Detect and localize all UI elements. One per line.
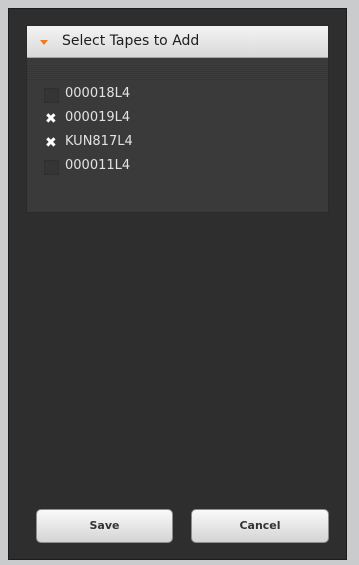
checkbox[interactable] [44, 160, 59, 175]
panel-title: Select Tapes to Add [62, 33, 200, 49]
tape-label: 000011L4 [65, 158, 131, 173]
caret-down-icon[interactable] [40, 40, 48, 45]
checkbox[interactable]: ✖ [44, 135, 59, 151]
check-x-icon: ✖ [45, 111, 57, 127]
panel-header[interactable]: Select Tapes to Add [27, 26, 328, 58]
tape-label: 000018L4 [65, 86, 131, 101]
checkbox[interactable]: ✖ [44, 111, 59, 127]
tape-selection-dialog: Select Tapes to Add 000018L4 ✖ 000019L4 … [8, 8, 347, 560]
tape-item[interactable]: ✖ 000019L4 [44, 109, 304, 133]
tape-label: KUN817L4 [65, 134, 133, 149]
cancel-button[interactable]: Cancel [191, 509, 329, 543]
tape-item[interactable]: ✖ KUN817L4 [44, 133, 304, 157]
checkbox[interactable] [44, 88, 59, 103]
tape-item[interactable]: 000011L4 [44, 157, 304, 181]
tapes-panel: Select Tapes to Add 000018L4 ✖ 000019L4 … [26, 25, 329, 213]
tape-item[interactable]: 000018L4 [44, 85, 304, 109]
tape-label: 000019L4 [65, 110, 131, 125]
save-button[interactable]: Save [36, 509, 173, 543]
check-x-icon: ✖ [45, 135, 57, 151]
panel-separator [27, 64, 328, 80]
